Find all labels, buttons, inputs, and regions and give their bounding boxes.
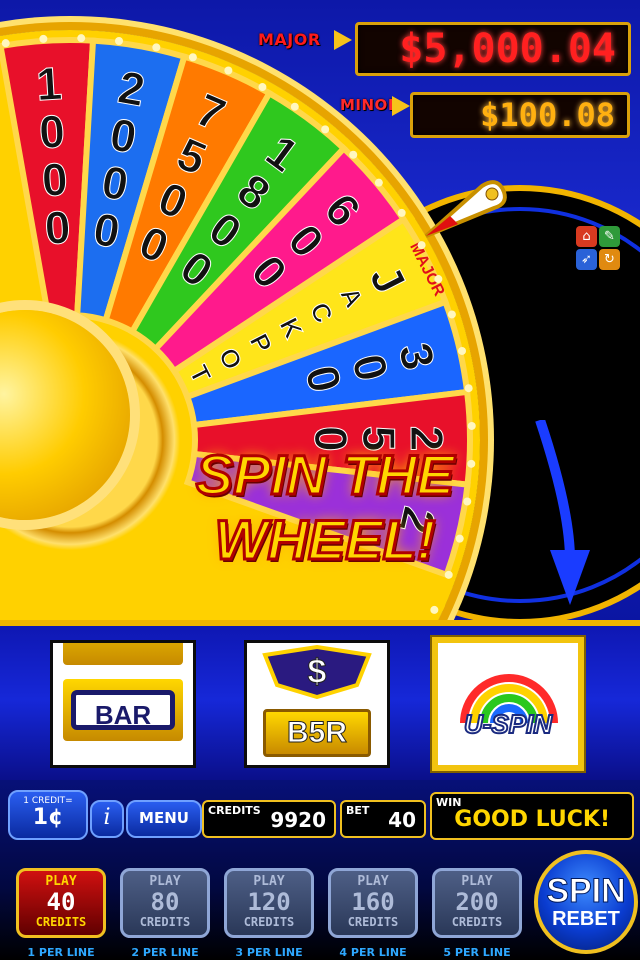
rim-bulb [417, 241, 426, 250]
rim-bulb [467, 421, 476, 430]
credits-panel: CREDITS 9920 [202, 800, 336, 838]
b5r-symbol: B5R [263, 709, 371, 757]
wheel-segment-char: 1 [35, 57, 64, 110]
menu-button[interactable]: MENU [126, 800, 202, 838]
bet-panel: BET 40 [340, 800, 426, 838]
per-line-label: 4 PER LINE [339, 946, 407, 959]
rim-bulb [77, 34, 86, 43]
credits-value: 9920 [270, 808, 326, 832]
info-button[interactable]: i [90, 800, 124, 838]
wheel-pointer-icon [424, 180, 507, 238]
rim-bulb [258, 83, 267, 92]
rim-bulb [1, 39, 10, 48]
rim-bulb [434, 275, 443, 284]
rim-bulb [464, 384, 473, 393]
rim-bulb [39, 34, 48, 43]
play-80-button[interactable]: PLAY 80 CREDITS [120, 868, 210, 938]
reel-1: BAR [50, 640, 196, 768]
rim-bulb [290, 102, 299, 111]
rim-bulb [374, 178, 383, 187]
play-200-button[interactable]: PLAY 200 CREDITS [432, 868, 522, 938]
rim-bulb [447, 310, 456, 319]
home-icon[interactable]: ⌂ [576, 226, 597, 247]
denomination-value: 1¢ [32, 805, 64, 830]
win-message: GOOD LUCK! [454, 807, 610, 832]
rim-bulb [458, 346, 467, 355]
play-40-button[interactable]: PLAY 40 CREDITS [16, 868, 106, 938]
rim-bulb [321, 125, 330, 134]
spin-button[interactable]: SPIN REBET [534, 850, 638, 954]
rim-bulb [444, 570, 453, 579]
minor-jackpot-value: $100.08 [410, 92, 630, 138]
spin-the-wheel-banner: SPIN THE WHEEL! [194, 442, 455, 573]
rim-bulb [114, 36, 123, 45]
play-160-button[interactable]: PLAY 160 CREDITS [328, 868, 418, 938]
denomination-button[interactable]: 1 CREDIT= 1¢ [8, 790, 88, 840]
rim-bulb [397, 208, 406, 217]
per-line-label: 2 PER LINE [131, 946, 199, 959]
reel-2: $ B5R [244, 640, 390, 768]
svg-text:$: $ [308, 653, 327, 691]
play-120-button[interactable]: PLAY 120 CREDITS [224, 868, 314, 938]
bonus-wheel-area: 1 0 0 0 2 0 0 0 7 5 0 0 1 8 0 0 6 0 0 J A C K P O T MAJOR 3 0 0 2 5 0 2 ⌂… [0, 0, 640, 640]
per-line-label: 1 PER LINE [27, 946, 95, 959]
rim-bulb [152, 43, 161, 52]
rim-bulb [349, 150, 358, 159]
rim-bulb [188, 53, 197, 62]
wheel-segment-char: 0 [43, 201, 72, 254]
tools-icon[interactable]: ✎ [599, 226, 620, 247]
major-arrow-icon [334, 30, 352, 50]
wheel-segment-char: 0 [38, 105, 67, 158]
uspin-symbol: U-SPIN [463, 708, 553, 740]
dollar-symbol-icon: $ [262, 645, 372, 699]
per-line-label: 5 PER LINE [443, 946, 511, 959]
history-icon[interactable]: ↻ [599, 249, 620, 270]
reel-3: U-SPIN [432, 637, 584, 771]
per-line-label: 3 PER LINE [235, 946, 303, 959]
win-panel: WIN GOOD LUCK! [430, 792, 634, 840]
minor-label: MINOR [340, 96, 400, 114]
rocket-icon[interactable]: ➶ [576, 249, 597, 270]
minor-arrow-icon [392, 96, 410, 116]
major-label: MAJOR [258, 30, 321, 49]
rim-bulb [430, 605, 439, 614]
bar-symbol: BAR [71, 690, 175, 730]
wheel-segment-char: 0 [40, 153, 69, 206]
rim-bulb [224, 66, 233, 75]
bet-value: 40 [388, 808, 416, 832]
major-jackpot-value: $5,000.04 [355, 22, 631, 76]
utility-icons: ⌂ ✎ ➶ ↻ [576, 226, 620, 270]
